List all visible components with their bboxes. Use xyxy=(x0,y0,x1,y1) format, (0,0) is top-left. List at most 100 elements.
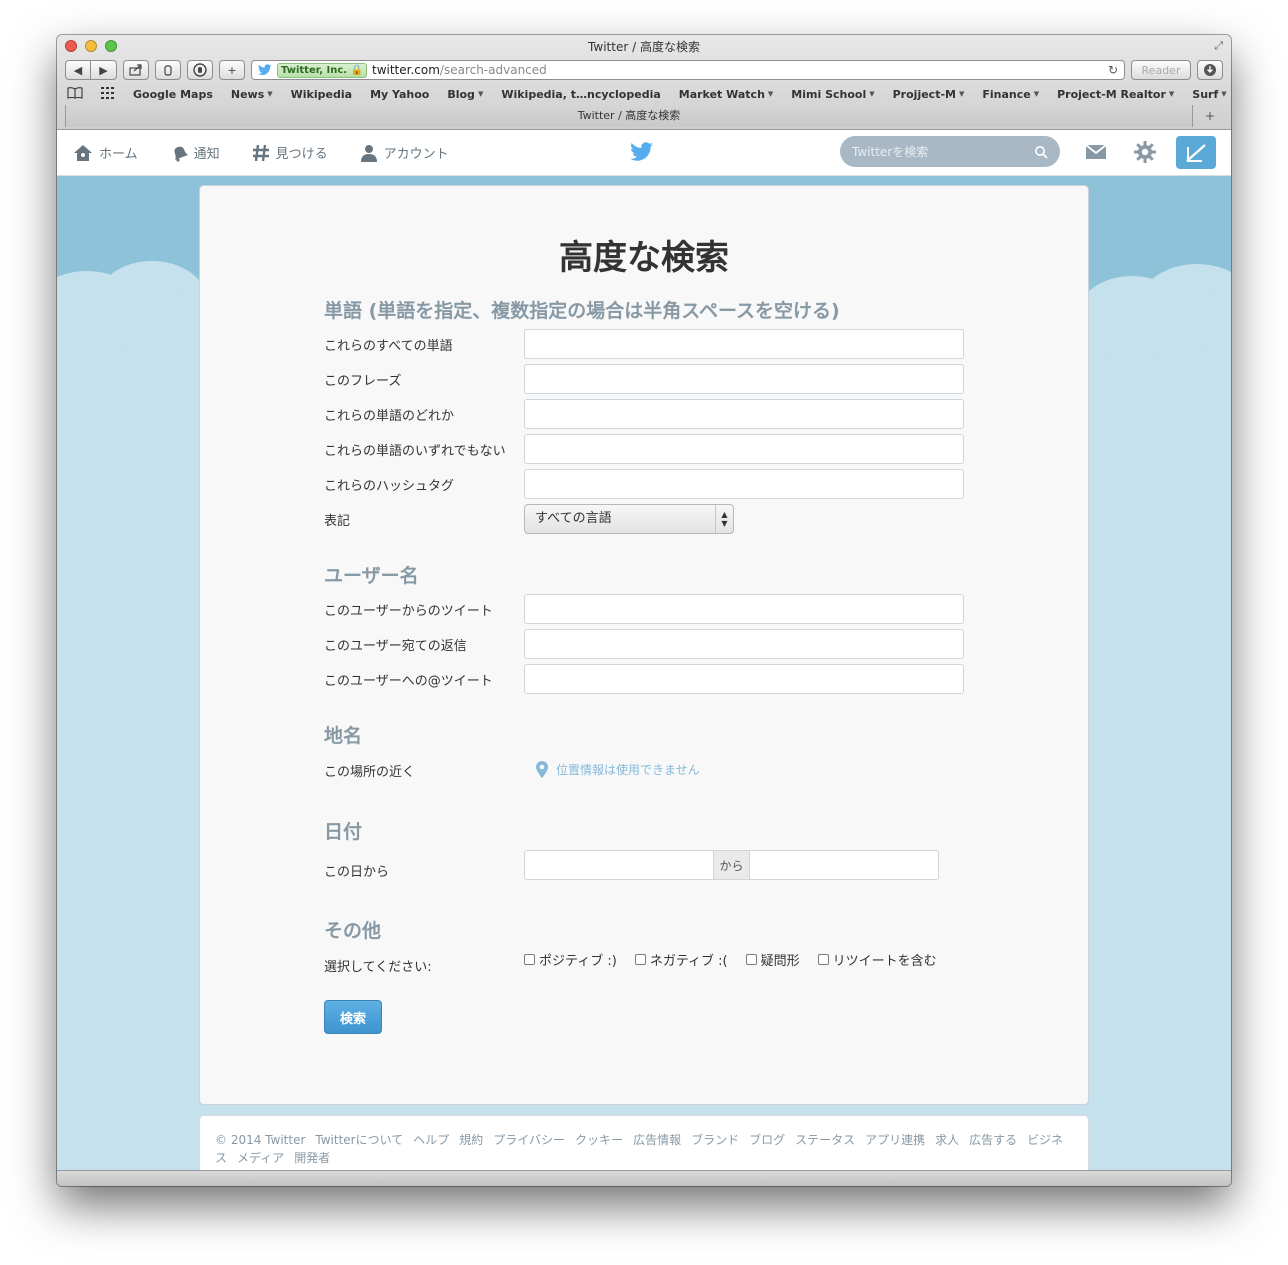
negative-checkbox[interactable]: ネガティブ :( xyxy=(634,950,728,969)
gear-icon[interactable] xyxy=(1133,140,1157,168)
location-unavailable-link[interactable]: 位置情報は使用できません xyxy=(536,761,700,778)
bookmark-blog[interactable]: Blog ▼ xyxy=(447,88,483,101)
until-date-input[interactable] xyxy=(750,851,938,879)
footer-link-terms[interactable]: 規約 xyxy=(459,1133,483,1147)
hashtag-icon xyxy=(252,144,269,161)
search-submit-button[interactable]: 検索 xyxy=(324,1000,382,1034)
new-tab-button[interactable]: + xyxy=(219,60,245,80)
footer-link-cookies[interactable]: クッキー xyxy=(575,1133,623,1147)
share-button[interactable] xyxy=(123,60,149,80)
to-user-input[interactable] xyxy=(524,629,964,659)
footer-link-about[interactable]: Twitterについて xyxy=(315,1133,403,1147)
footer-link-blog[interactable]: ブログ xyxy=(749,1133,785,1147)
checkbox-box[interactable] xyxy=(524,954,535,965)
fullscreen-icon[interactable]: ⤢ xyxy=(1214,39,1223,53)
section-places-heading: 地名 xyxy=(324,725,363,747)
hashtags-label: これらのハッシュタグ xyxy=(324,479,455,494)
back-button[interactable]: ◀ xyxy=(65,60,91,80)
footer-link-jobs[interactable]: 求人 xyxy=(935,1133,959,1147)
section-words-heading: 単語 (単語を指定、複数指定の場合は半角スペースを空ける) xyxy=(324,300,840,322)
footer-link-developers[interactable]: 開発者 xyxy=(294,1151,330,1165)
hashtags-input[interactable] xyxy=(524,469,964,499)
since-date-input[interactable] xyxy=(525,851,713,879)
bookmark-mimi-school[interactable]: Mimi School ▼ xyxy=(791,88,874,101)
all-words-input[interactable] xyxy=(524,329,964,359)
bookmark-label: Projject-M xyxy=(892,87,956,101)
include-retweets-label: リツイートを含む xyxy=(832,954,937,969)
from-user-label: このユーザーからのツイート xyxy=(324,604,493,619)
reading-list-icon[interactable] xyxy=(67,86,83,102)
from-user-input[interactable] xyxy=(524,594,964,624)
bookmark-news[interactable]: News ▼ xyxy=(231,88,273,101)
footer-link-apps[interactable]: アプリ連携 xyxy=(865,1133,925,1147)
checkbox-box[interactable] xyxy=(634,954,646,965)
history-button[interactable] xyxy=(155,60,181,80)
twitter-bird-logo[interactable] xyxy=(630,142,654,166)
section-other-heading: その他 xyxy=(324,920,382,942)
search-icon[interactable] xyxy=(1034,145,1048,159)
reader-button[interactable]: Reader xyxy=(1131,60,1191,80)
language-select-value: すべての言語 xyxy=(535,511,612,526)
footer-link-privacy[interactable]: プライバシー xyxy=(493,1133,565,1147)
bookmark-wikipedia[interactable]: Wikipedia xyxy=(291,88,352,101)
positive-checkbox[interactable]: ポジティブ :) xyxy=(524,950,617,969)
bookmark-finance[interactable]: Finance ▼ xyxy=(982,88,1039,101)
add-tab-icon[interactable]: + xyxy=(1197,105,1223,127)
question-checkbox[interactable]: 疑問形 xyxy=(745,950,800,969)
checkbox-box[interactable] xyxy=(817,954,829,965)
reload-icon[interactable]: ↻ xyxy=(1108,63,1118,77)
bookmark-label: News xyxy=(230,87,265,101)
address-bar[interactable]: Twitter, Inc. 🔒 twitter.com /search-adva… xyxy=(251,60,1125,80)
footer-link-status[interactable]: ステータス xyxy=(795,1133,855,1147)
global-nav: ホーム 通知 見つける アカウント xyxy=(73,143,449,162)
nav-notifications-label: 通知 xyxy=(193,147,220,162)
nav-account-label: アカウント xyxy=(383,147,449,162)
ev-certificate-badge[interactable]: Twitter, Inc. 🔒 xyxy=(277,62,367,78)
bookmark-surf[interactable]: Surf ▼ xyxy=(1192,88,1226,101)
include-retweets-checkbox[interactable]: リツイートを含む xyxy=(817,950,937,969)
none-words-label: これらの単語のいずれでもない xyxy=(324,444,506,459)
bookmark-my-yahoo[interactable]: My Yahoo xyxy=(370,88,429,101)
footer-link-advertise[interactable]: 広告する xyxy=(969,1133,1017,1147)
nav-notifications[interactable]: 通知 xyxy=(170,143,220,162)
top-sites-icon[interactable] xyxy=(101,86,115,102)
browser-toolbar: ◀ ▶ + Twitter, Inc. 🔒 twitter.com /searc… xyxy=(65,59,1223,81)
any-words-input[interactable] xyxy=(524,399,964,429)
twitter-search-input[interactable]: Twitterを検索 xyxy=(840,136,1060,167)
bell-icon xyxy=(174,146,188,162)
bookmark-projject-m[interactable]: Projject-M ▼ xyxy=(893,88,965,101)
bookmark-google-maps[interactable]: Google Maps xyxy=(133,88,213,101)
back-forward-group: ◀ ▶ xyxy=(65,60,117,80)
nav-discover[interactable]: 見つける xyxy=(252,143,328,162)
phrase-input[interactable] xyxy=(524,364,964,394)
section-people-heading: ユーザー名 xyxy=(324,565,419,587)
caret-down-icon: ▼ xyxy=(869,90,875,98)
compose-tweet-button[interactable] xyxy=(1176,136,1216,169)
footer-link-brand[interactable]: ブランド xyxy=(691,1133,739,1147)
nav-home-label: ホーム xyxy=(99,147,138,162)
bookmark-market-watch[interactable]: Market Watch ▼ xyxy=(679,88,774,101)
search-placeholder: Twitterを検索 xyxy=(852,145,929,159)
bookmark-wikipedia-encyclopedia[interactable]: Wikipedia, t…ncyclopedia xyxy=(501,88,660,101)
mention-user-input[interactable] xyxy=(524,664,964,694)
phrase-label: このフレーズ xyxy=(324,374,402,389)
bookmark-project-m-realtor[interactable]: Project-M Realtor ▼ xyxy=(1057,88,1174,101)
date-range-group: から xyxy=(524,850,939,880)
browser-chrome: Twitter / 高度な検索 ⤢ ◀ ▶ + Twitter, Inc. 🔒 … xyxy=(57,35,1231,130)
checkbox-box[interactable] xyxy=(745,954,757,965)
footer-link-help[interactable]: ヘルプ xyxy=(413,1133,449,1147)
bookmark-label: Wikipedia, t…ncyclopedia xyxy=(501,87,661,101)
none-words-input[interactable] xyxy=(524,434,964,464)
bookmark-label: Project-M Realtor xyxy=(1057,87,1166,101)
forward-button[interactable]: ▶ xyxy=(91,60,117,80)
language-select[interactable]: すべての言語 ▲ ▼ xyxy=(524,504,734,534)
tab-active[interactable]: Twitter / 高度な検索 xyxy=(65,105,1193,127)
footer-link-media[interactable]: メディア xyxy=(237,1151,284,1165)
direct-messages-icon[interactable] xyxy=(1085,143,1107,165)
footer-link-ads-info[interactable]: 広告情報 xyxy=(633,1133,681,1147)
nav-account[interactable]: アカウント xyxy=(360,143,449,162)
downloads-button[interactable] xyxy=(1197,60,1223,80)
extension-button[interactable] xyxy=(187,60,213,80)
footer-copyright: © 2014 Twitter xyxy=(215,1133,306,1147)
nav-home[interactable]: ホーム xyxy=(73,143,138,162)
